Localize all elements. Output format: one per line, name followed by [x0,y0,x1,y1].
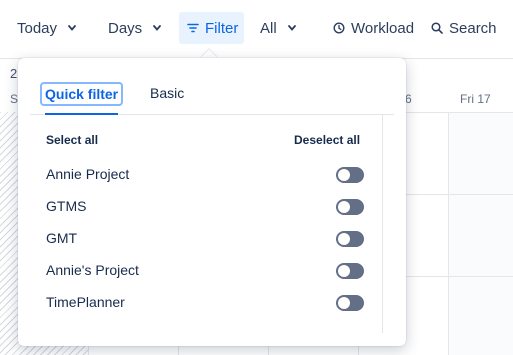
project-name: TimePlanner [46,294,125,310]
tab-basic[interactable]: Basic [150,84,184,102]
toggle-knob [338,233,350,245]
view-range-dropdown[interactable]: Days [108,12,162,44]
project-toggle[interactable] [336,167,364,183]
project-filter-row: GTMS [46,194,364,218]
project-toggle[interactable] [336,263,364,279]
grid-line [448,112,449,355]
day-header: 6 [405,92,412,106]
all-label: All [260,19,277,37]
days-label: Days [108,19,143,37]
weekend-column [449,112,513,355]
search-button[interactable]: Search [431,12,497,44]
toggle-knob [338,265,350,277]
scrollbar[interactable] [382,115,394,333]
chevron-down-icon [153,24,162,32]
toggle-knob [338,169,350,181]
active-tab-indicator [45,113,118,115]
tab-quick-filter[interactable]: Quick filter [39,82,124,106]
project-filter-row: TimePlanner [46,290,364,314]
project-name: GTMS [46,198,87,214]
search-label: Search [449,19,497,37]
select-all-link[interactable]: Select all [46,133,98,147]
calendar-toolbar: Today Days Filter All Workload Search [0,0,513,59]
deselect-all-link[interactable]: Deselect all [294,133,360,147]
project-toggle[interactable] [336,295,364,311]
project-name: GMT [46,230,78,246]
project-name: Annie's Project [46,262,139,278]
project-toggle[interactable] [336,231,364,247]
project-name: Annie Project [46,166,130,182]
workload-label: Workload [351,19,415,37]
day-header-friday: Fri 17 [460,92,491,106]
filter-icon [187,23,199,33]
filter-popup: Quick filter Basic Select all Deselect a… [18,58,406,346]
today-dropdown[interactable]: Today [17,12,76,44]
project-toggle[interactable] [336,199,364,215]
project-filter-row: Annie's Project [46,258,364,282]
toggle-knob [338,297,350,309]
filter-button[interactable]: Filter [179,12,244,44]
filter-label: Filter [205,19,239,37]
project-filter-row: Annie Project [46,162,364,186]
month-header: 2 [10,66,18,81]
day-header: S [10,92,19,106]
clock-icon [333,22,345,34]
scope-dropdown[interactable]: All [260,12,296,44]
chevron-down-icon [68,24,76,32]
today-label: Today [17,19,58,37]
workload-button[interactable]: Workload [333,12,414,44]
chevron-down-icon [287,24,296,32]
project-filter-row: GMT [46,226,364,250]
search-icon [431,22,443,34]
toggle-knob [338,201,350,213]
